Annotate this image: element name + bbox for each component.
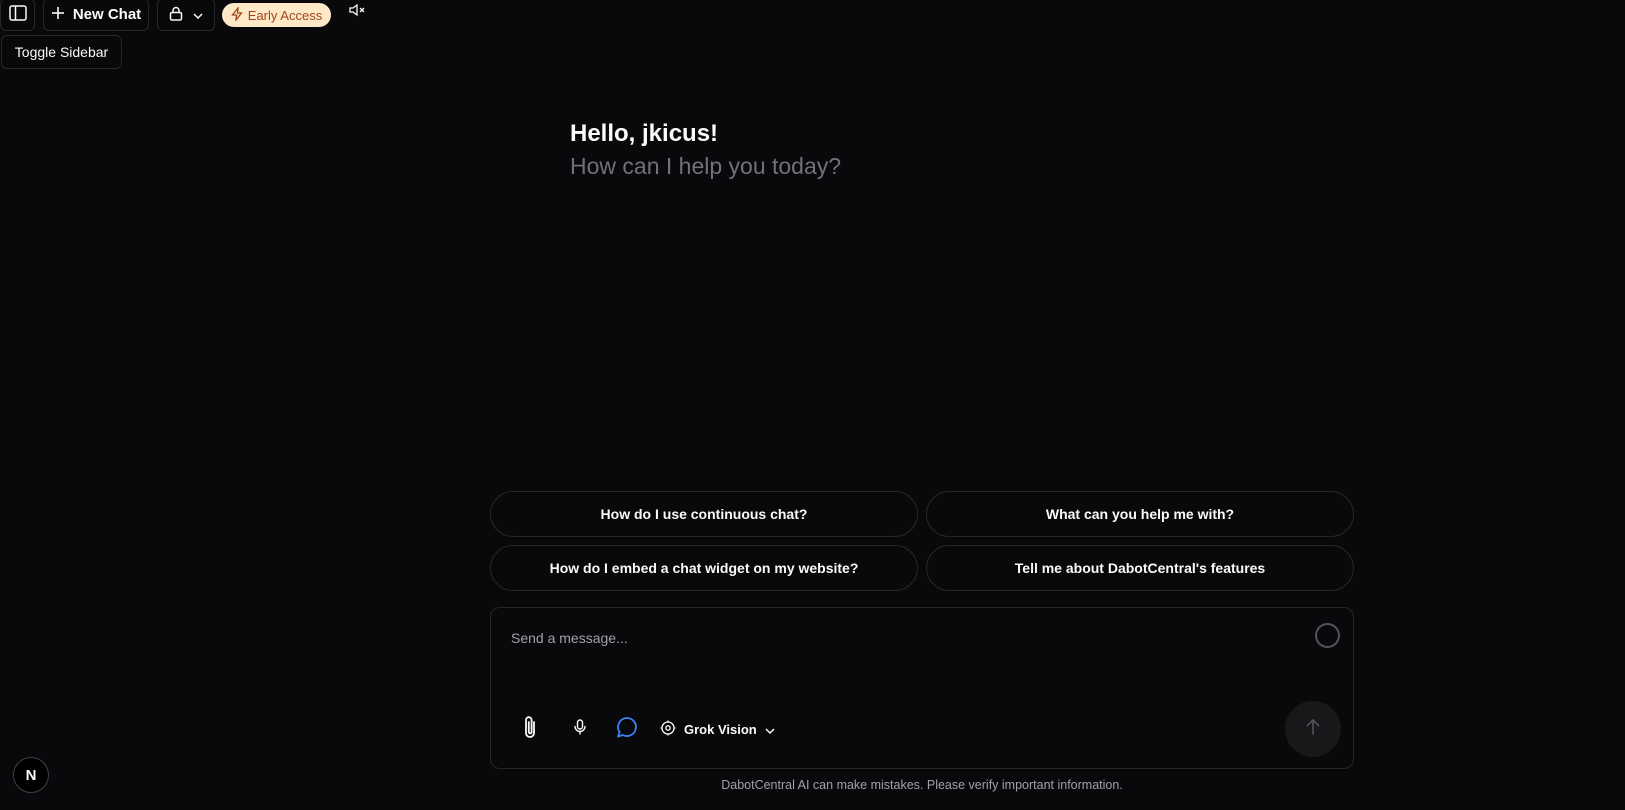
arrow-up-icon xyxy=(1306,718,1320,740)
suggestion-button[interactable]: What can you help me with? xyxy=(926,491,1354,537)
voice-input-button[interactable] xyxy=(565,714,595,744)
paperclip-icon xyxy=(521,714,539,745)
send-button[interactable] xyxy=(1285,701,1341,757)
model-icon xyxy=(660,720,676,739)
suggestion-button[interactable]: Tell me about DabotCentral's features xyxy=(926,545,1354,591)
speaker-muted-icon xyxy=(349,3,365,22)
model-selector[interactable]: Grok Vision xyxy=(660,720,775,739)
new-chat-button[interactable]: New Chat xyxy=(43,0,149,31)
model-label: Grok Vision xyxy=(684,721,757,737)
message-input[interactable]: Send a message... xyxy=(511,630,1271,646)
suggestion-button[interactable]: How do I use continuous chat? xyxy=(490,491,918,537)
disclaimer-text: DabotCentral AI can make mistakes. Pleas… xyxy=(721,778,1123,792)
mute-button[interactable] xyxy=(346,2,368,22)
chevron-down-icon xyxy=(765,722,775,737)
greeting-subtitle: How can I help you today? xyxy=(570,153,842,179)
composer-toolbar: Grok Vision xyxy=(515,714,775,744)
sidebar-toggle-button[interactable] xyxy=(0,0,35,31)
chevron-down-icon xyxy=(193,7,203,22)
early-access-badge[interactable]: Early Access xyxy=(222,3,331,27)
sidebar-icon xyxy=(8,5,27,24)
continuous-chat-toggle[interactable] xyxy=(612,714,642,744)
lightning-icon xyxy=(230,5,243,24)
new-chat-label: New Chat xyxy=(72,6,142,23)
suggestion-button[interactable]: How do I embed a chat widget on my websi… xyxy=(490,545,918,591)
greeting-title: Hello, jkicus! xyxy=(570,120,719,147)
toggle-sidebar-tooltip: Toggle Sidebar xyxy=(1,35,122,69)
lock-icon xyxy=(169,6,183,24)
status-circle-icon xyxy=(1315,623,1340,648)
nextjs-badge[interactable]: N xyxy=(13,757,49,793)
visibility-selector[interactable] xyxy=(157,0,215,31)
early-access-label: Early Access xyxy=(247,7,323,23)
nextjs-logo-icon: N xyxy=(25,766,37,784)
attach-button[interactable] xyxy=(515,714,545,744)
microphone-icon xyxy=(574,718,586,740)
message-composer: Send a message... Grok Vision xyxy=(490,607,1354,769)
chat-bubble-icon xyxy=(616,716,638,743)
plus-icon xyxy=(51,6,65,24)
greeting: Hello, jkicus! How can I help you today? xyxy=(570,118,841,182)
